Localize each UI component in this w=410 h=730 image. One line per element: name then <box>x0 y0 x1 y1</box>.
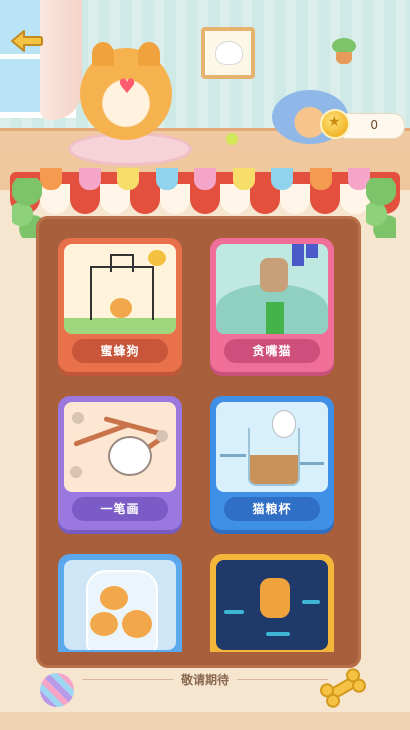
coming-soon-text: 敬请期待 <box>172 673 237 687</box>
game-card-cat-food-cup[interactable]: 猫粮杯 <box>210 396 334 530</box>
coin-count: 0 <box>370 118 378 132</box>
game-thumbnail <box>64 560 176 650</box>
game-thumbnail <box>64 244 176 334</box>
bottom-bar <box>0 712 410 730</box>
game-board: 蜜蜂狗 贪嘴猫 一笔画 猫粮杯 <box>36 216 361 668</box>
game-card-pomeranian-jar[interactable] <box>58 554 182 652</box>
game-label: 贪嘴猫 <box>224 339 320 363</box>
star-coin-icon <box>320 109 350 139</box>
back-arrow-icon <box>11 30 43 52</box>
bone-button[interactable] <box>318 668 368 708</box>
vine-right <box>366 178 396 238</box>
game-label: 蜜蜂狗 <box>72 339 168 363</box>
game-card-greedy-cat[interactable]: 贪嘴猫 <box>210 238 334 372</box>
ball-icon[interactable] <box>40 673 74 707</box>
game-thumbnail <box>64 402 176 492</box>
heart-icon: ♥ <box>118 74 136 98</box>
game-grid: 蜜蜂狗 贪嘴猫 一笔画 猫粮杯 <box>36 216 361 652</box>
game-label: 一笔画 <box>72 497 168 521</box>
hanging-plant <box>332 38 356 64</box>
room-scene: ♥ <box>0 0 410 190</box>
game-card-jumping-cat[interactable] <box>210 554 334 652</box>
tennis-ball <box>226 133 238 145</box>
game-thumbnail <box>216 560 328 650</box>
curtain <box>40 0 82 120</box>
cat-picture-frame <box>201 27 255 79</box>
back-button[interactable] <box>10 28 44 54</box>
game-card-bee-dog[interactable]: 蜜蜂狗 <box>58 238 182 372</box>
game-thumbnail <box>216 244 328 334</box>
game-label: 猫粮杯 <box>224 497 320 521</box>
bunting-flags <box>40 168 370 192</box>
pomeranian-pet[interactable]: ♥ <box>80 42 172 140</box>
bone-icon <box>320 668 366 708</box>
game-thumbnail <box>216 402 328 492</box>
game-card-one-stroke[interactable]: 一笔画 <box>58 396 182 530</box>
